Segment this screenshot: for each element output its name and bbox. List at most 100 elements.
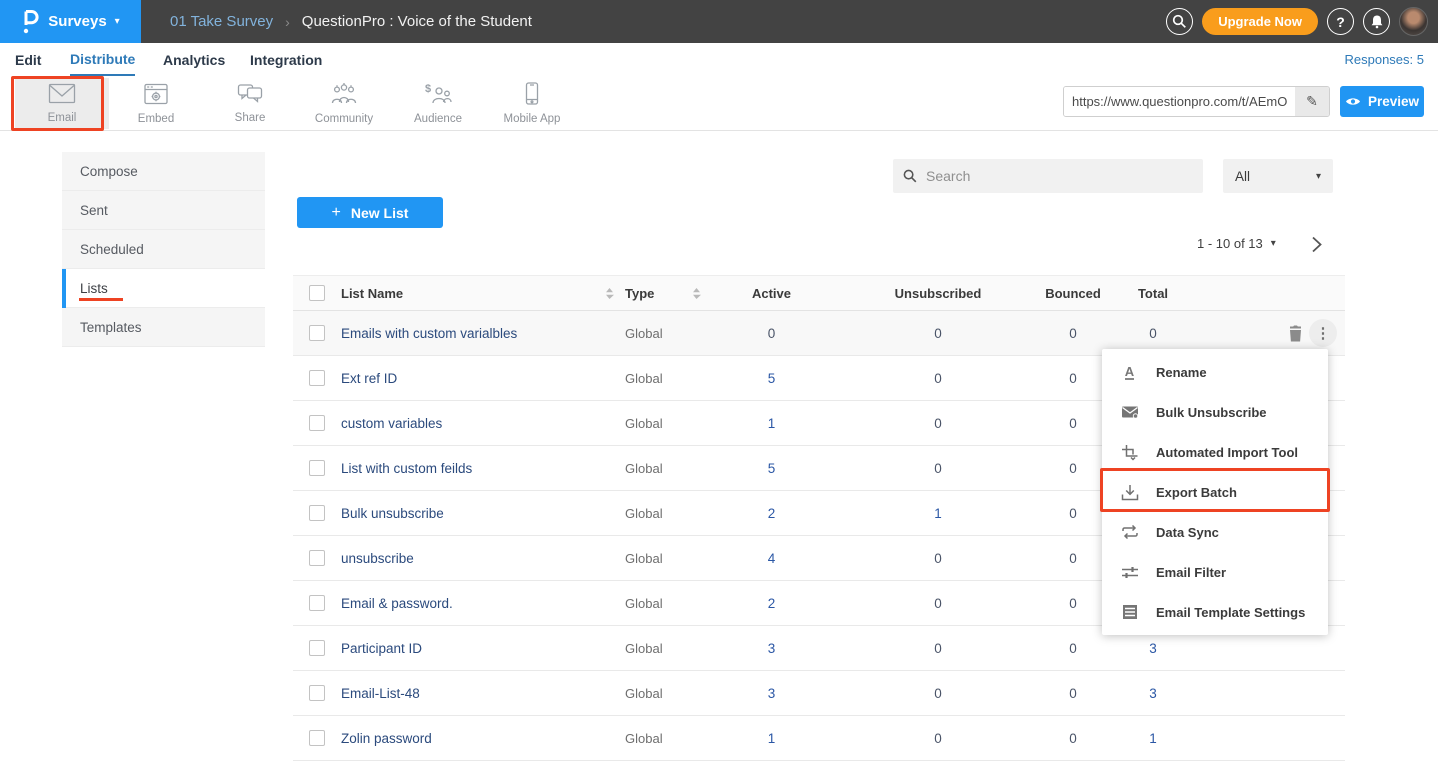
active-count[interactable]: 3 [705,686,838,701]
total-count[interactable]: 1 [1108,731,1198,746]
active-count[interactable]: 1 [705,416,838,431]
menu-item-rename[interactable]: A Rename [1102,352,1328,392]
next-page-chevron-icon[interactable] [1311,236,1322,258]
unsubscribed-count[interactable]: 0 [838,326,1038,341]
delete-list-trash-icon[interactable] [1288,325,1303,342]
sidebar-item-scheduled[interactable]: Scheduled [62,230,265,269]
column-header-type[interactable]: Type [625,286,654,301]
sidebar-item-templates[interactable]: Templates [62,308,265,347]
unsubscribed-count[interactable]: 0 [838,731,1038,746]
bounced-count[interactable]: 0 [1038,371,1108,386]
menu-item-data-sync[interactable]: Data Sync [1102,512,1328,552]
notifications-bell-icon[interactable] [1363,8,1390,35]
search-input[interactable] [926,168,1193,184]
unsubscribed-count[interactable]: 0 [838,371,1038,386]
active-count[interactable]: 2 [705,506,838,521]
toolbar-item-email[interactable]: Email [15,78,109,129]
menu-item-email-filter[interactable]: Email Filter [1102,552,1328,592]
list-name-link[interactable]: List with custom feilds [341,461,605,476]
bounced-count[interactable]: 0 [1038,731,1108,746]
tab-integration[interactable]: Integration [250,43,322,76]
unsubscribed-count[interactable]: 0 [838,461,1038,476]
row-checkbox[interactable] [309,415,325,431]
survey-url-input[interactable] [1064,87,1295,116]
bounced-count[interactable]: 0 [1038,506,1108,521]
list-type: Global [625,371,705,386]
list-name-link[interactable]: Email-List-48 [341,686,605,701]
row-checkbox[interactable] [309,550,325,566]
breadcrumb-survey-link[interactable]: 01 Take Survey [170,13,273,30]
search-icon[interactable] [1166,8,1193,35]
unsubscribed-count[interactable]: 0 [838,596,1038,611]
new-list-button[interactable]: + New List [297,197,443,228]
bounced-count[interactable]: 0 [1038,641,1108,656]
pagination-dropdown[interactable]: 1 - 10 of 13 ▾ [1197,236,1276,251]
list-name-link[interactable]: unsubscribe [341,551,605,566]
bounced-count[interactable]: 0 [1038,326,1108,341]
active-count[interactable]: 3 [705,641,838,656]
menu-item-bulk-unsubscribe[interactable]: Bulk Unsubscribe [1102,392,1328,432]
tab-analytics[interactable]: Analytics [163,43,225,76]
active-count[interactable]: 2 [705,596,838,611]
select-all-checkbox[interactable] [309,285,325,301]
list-name-link[interactable]: Bulk unsubscribe [341,506,605,521]
bounced-count[interactable]: 0 [1038,596,1108,611]
sidebar-item-sent[interactable]: Sent [62,191,265,230]
list-name-link[interactable]: Email & password. [341,596,605,611]
bounced-count[interactable]: 0 [1038,461,1108,476]
row-checkbox[interactable] [309,460,325,476]
row-kebab-menu-icon[interactable]: ⋮ [1309,319,1337,347]
responses-count[interactable]: Responses: 5 [1345,43,1425,76]
unsubscribed-count[interactable]: 0 [838,641,1038,656]
sort-icon[interactable] [692,287,701,300]
row-checkbox[interactable] [309,505,325,521]
sidebar-item-compose[interactable]: Compose [62,152,265,191]
row-checkbox[interactable] [309,595,325,611]
active-count[interactable]: 0 [705,326,838,341]
bounced-count[interactable]: 0 [1038,686,1108,701]
unsubscribed-count[interactable]: 0 [838,416,1038,431]
preview-button[interactable]: Preview [1340,86,1424,117]
unsubscribed-count[interactable]: 1 [838,506,1038,521]
sidebar-item-lists[interactable]: Lists [62,269,265,308]
column-header-list-name[interactable]: List Name [341,286,605,301]
list-filter-dropdown[interactable]: All ▾ [1223,159,1333,193]
total-count[interactable]: 0 [1108,326,1198,341]
list-name-link[interactable]: custom variables [341,416,605,431]
bounced-count[interactable]: 0 [1038,416,1108,431]
row-checkbox[interactable] [309,730,325,746]
help-icon[interactable]: ? [1327,8,1354,35]
active-count[interactable]: 1 [705,731,838,746]
bounced-count[interactable]: 0 [1038,551,1108,566]
unsubscribed-count[interactable]: 0 [838,551,1038,566]
avatar[interactable] [1399,7,1428,36]
menu-item-email-template-settings[interactable]: Email Template Settings [1102,592,1328,632]
unsubscribed-count[interactable]: 0 [838,686,1038,701]
toolbar-item-share[interactable]: Share [203,78,297,129]
sort-icon[interactable] [605,287,625,300]
edit-url-pencil-icon[interactable]: ✎ [1295,87,1329,116]
active-count[interactable]: 5 [705,371,838,386]
list-name-link[interactable]: Participant ID [341,641,605,656]
toolbar-item-community[interactable]: Community [297,78,391,129]
tab-distribute[interactable]: Distribute [70,43,135,76]
tab-edit[interactable]: Edit [15,43,41,76]
active-count[interactable]: 5 [705,461,838,476]
row-checkbox[interactable] [309,640,325,656]
toolbar-item-embed[interactable]: Embed [109,78,203,129]
product-switcher[interactable]: Surveys ▾ [0,0,141,43]
toolbar-item-mobile-app[interactable]: Mobile App [485,78,579,129]
list-name-link[interactable]: Ext ref ID [341,371,605,386]
upgrade-now-button[interactable]: Upgrade Now [1202,8,1318,35]
menu-item-export-batch[interactable]: Export Batch [1102,472,1328,512]
list-name-link[interactable]: Zolin password [341,731,605,746]
row-checkbox[interactable] [309,325,325,341]
total-count[interactable]: 3 [1108,686,1198,701]
menu-item-automated-import-tool[interactable]: Automated Import Tool [1102,432,1328,472]
toolbar-item-audience[interactable]: $ Audience [391,78,485,129]
row-checkbox[interactable] [309,370,325,386]
active-count[interactable]: 4 [705,551,838,566]
row-checkbox[interactable] [309,685,325,701]
list-name-link[interactable]: Emails with custom varialbles [341,326,605,341]
total-count[interactable]: 3 [1108,641,1198,656]
